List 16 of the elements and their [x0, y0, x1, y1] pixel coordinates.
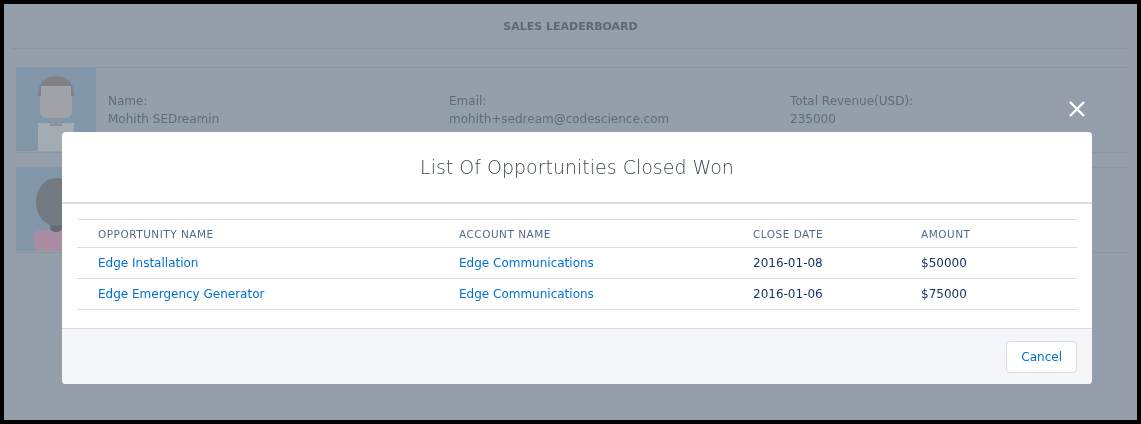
column-header: AMOUNT — [900, 219, 1077, 248]
modal-title: List Of Opportunities Closed Won — [420, 156, 734, 178]
table-cell: 2016-01-08 — [753, 256, 823, 270]
record-link[interactable]: Edge Communications — [459, 287, 594, 301]
column-header: OPPORTUNITY NAME — [77, 219, 438, 248]
column-header: ACCOUNT NAME — [438, 219, 732, 248]
record-link[interactable]: Edge Installation — [98, 256, 199, 270]
table-cell: $75000 — [921, 287, 967, 301]
page-title: SALES LEADERBOARD — [503, 19, 638, 33]
column-header: CLOSE DATE — [732, 219, 900, 248]
cancel-button[interactable]: Cancel — [1006, 340, 1077, 373]
table-cell: 2016-01-06 — [753, 287, 823, 301]
close-icon[interactable] — [1068, 100, 1086, 118]
table-cell: $50000 — [921, 256, 967, 270]
record-link[interactable]: Edge Communications — [459, 256, 594, 270]
record-link[interactable]: Edge Emergency Generator — [98, 287, 265, 301]
